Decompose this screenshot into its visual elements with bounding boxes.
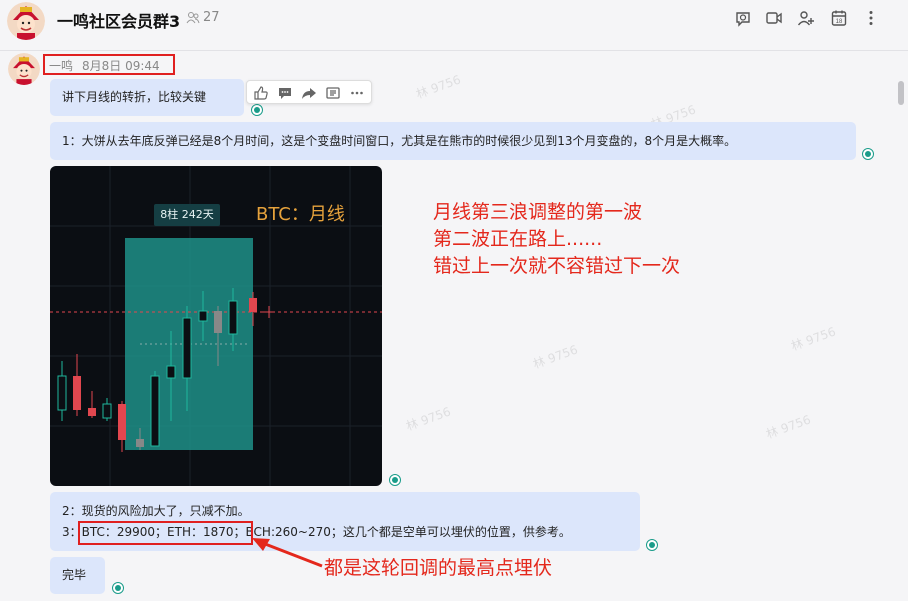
svg-text:18: 18 [836,19,843,25]
add-member-icon[interactable] [797,9,815,27]
chat-header: 一鸣社区会员群3 27 18 [0,0,908,51]
read-status-icon [862,148,874,160]
message-bubble[interactable]: 1：大饼从去年底反弹已经是8个月时间，这是个变盘时间窗口，尤其是在熊市的时候很少… [50,122,856,160]
message-text: 完毕 [62,568,87,582]
member-count: 27 [203,10,220,25]
annotation-arrow-text: 都是这轮回调的最高点埋伏 [324,557,553,579]
read-status-icon [112,582,124,594]
message-text: 讲下月线的转折，比较关键 [62,90,207,104]
read-status-icon [646,539,658,551]
watermark: 林 9756 [414,72,463,102]
message-text: 1：大饼从去年底反弹已经是8个月时间，这是个变盘时间窗口，尤其是在熊市的时候很少… [62,134,737,148]
price-highlight-box [78,521,253,545]
calendar-icon[interactable]: 18 [830,9,848,27]
message-action-toolbar [246,80,372,104]
group-title: 一鸣社区会员群3 [57,12,181,31]
sender-name[interactable]: 一鸣 [49,57,73,74]
video-call-icon[interactable] [765,9,783,27]
chat-scrollbar[interactable] [894,51,908,601]
reply-icon[interactable] [277,85,293,101]
annotation-line-2: 第二波正在路上...... [433,228,603,250]
group-avatar[interactable] [7,2,45,40]
btc-monthly-chart-image[interactable]: 8柱 242天 BTC：月线 [50,166,382,486]
watermark: 林 9756 [404,404,453,434]
forward-icon[interactable] [301,85,317,101]
chart-title: BTC：月线 [256,204,345,225]
read-status-icon [251,104,263,116]
annotation-arrow [252,538,323,568]
members-icon [186,12,200,24]
annotation-line-1: 月线第三浪调整的第一波 [433,201,643,223]
thumbs-up-icon[interactable] [253,85,269,101]
read-status-icon [389,474,401,486]
scrollbar-thumb[interactable] [898,81,904,105]
more-actions-icon[interactable] [349,85,365,101]
period-label: 8柱 242天 [160,208,214,221]
sender-avatar[interactable] [8,53,40,85]
quote-icon[interactable] [325,85,341,101]
message-text: 2：现货的风险加大了，只减不加。 [62,504,250,518]
message-bubble[interactable]: 讲下月线的转折，比较关键 [50,79,244,116]
message-bubble[interactable]: 完毕 [50,557,105,594]
more-options-icon[interactable] [862,9,880,27]
chat-search-icon[interactable] [734,9,752,27]
watermark: 林 9756 [764,412,813,442]
annotation-line-3: 错过上一次就不容错过下一次 [433,255,681,277]
watermark: 林 9756 [789,324,838,354]
message-time: 8月8日 09:44 [82,59,160,73]
watermark: 林 9756 [531,342,580,372]
